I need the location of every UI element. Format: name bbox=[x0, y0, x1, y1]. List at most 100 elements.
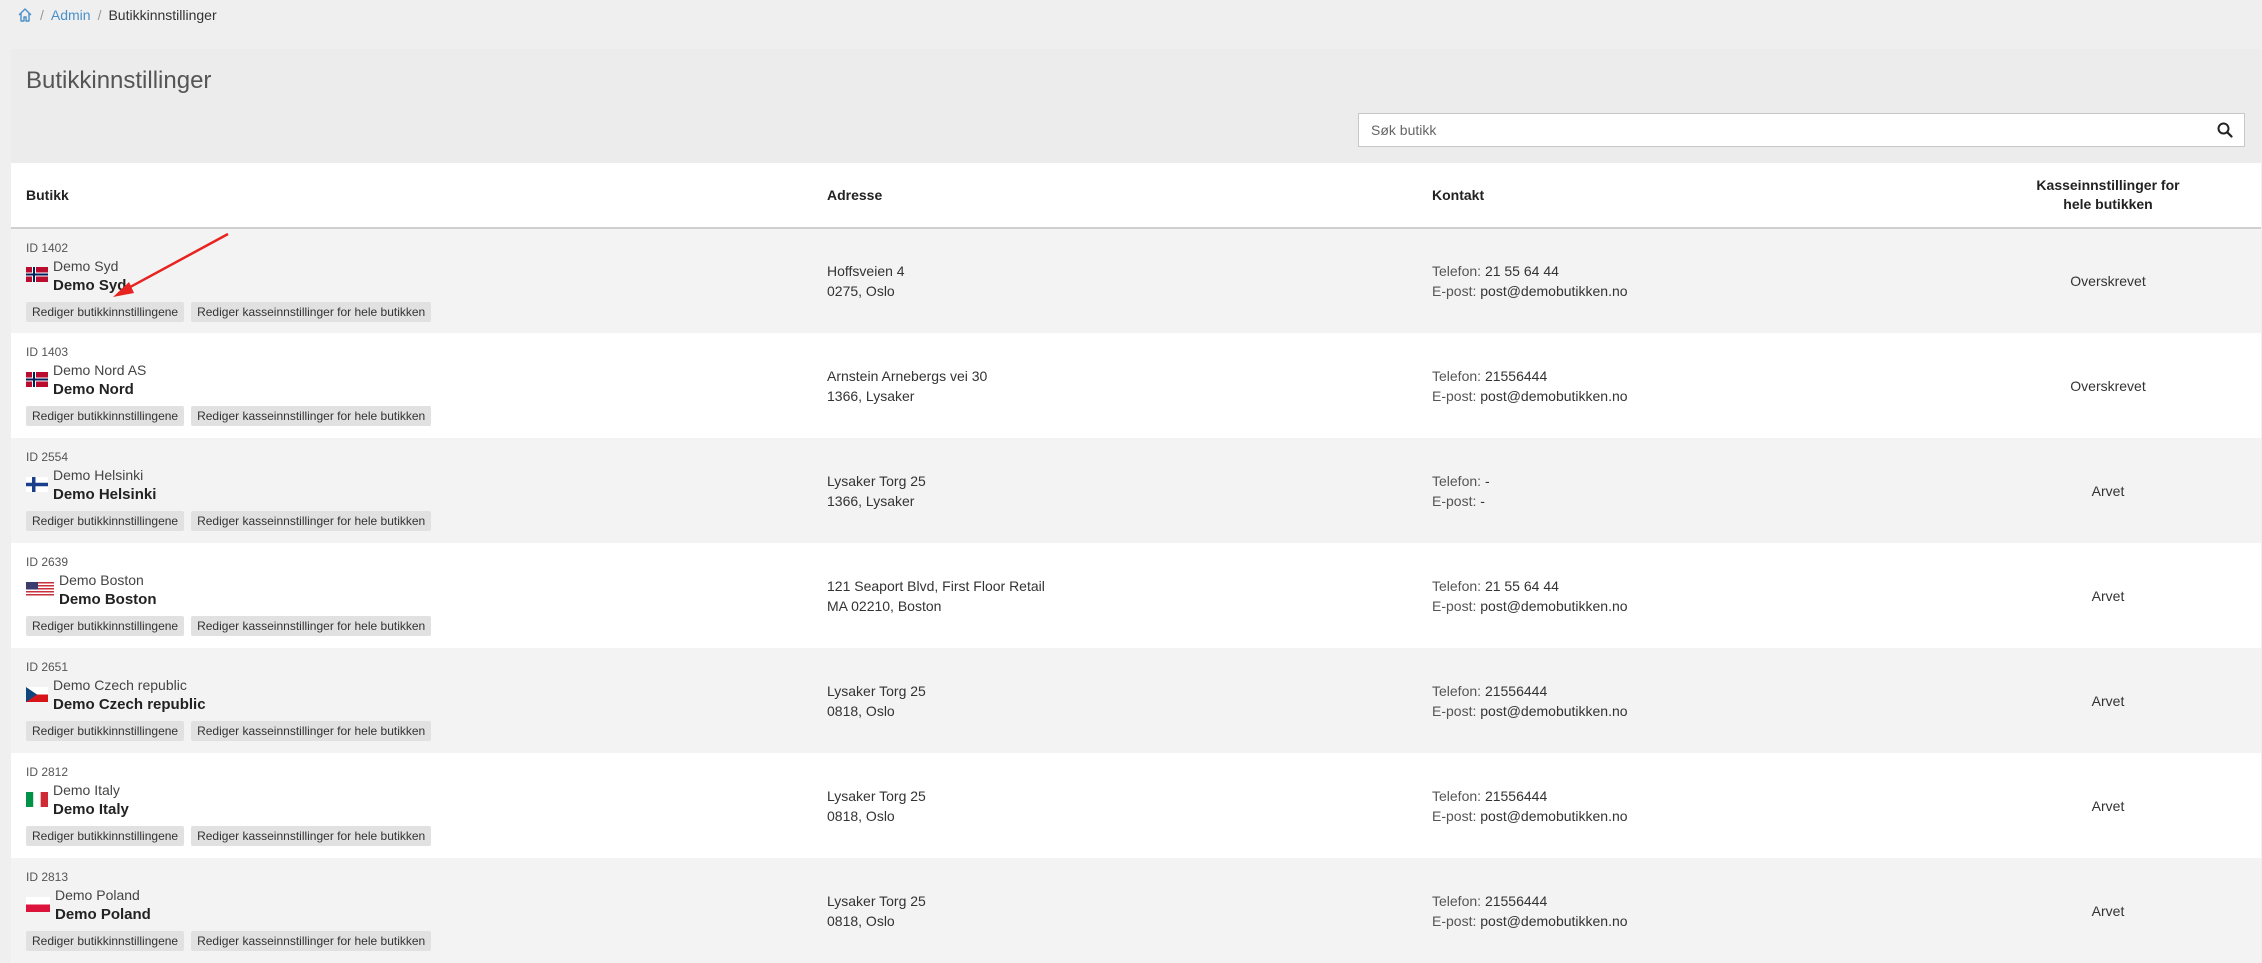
flag-finland-icon bbox=[26, 476, 48, 495]
column-header-address: Adresse bbox=[827, 163, 1432, 229]
address-cell: 121 Seaport Blvd, First Floor Retail MA 0… bbox=[827, 543, 1432, 648]
phone-label: Telefon: bbox=[1432, 367, 1482, 384]
store-table: Butikk Adresse Kontakt Kasseinnstillinge… bbox=[11, 163, 2261, 963]
store-settings-panel: Butikkinnstillinger Butikk Adresse Konta… bbox=[11, 49, 2261, 963]
store-name-line: Demo Poland Demo Poland bbox=[26, 886, 827, 925]
address-cell: Hoffsveien 4 0275, Oslo bbox=[827, 228, 1432, 333]
search-input[interactable] bbox=[1359, 114, 2206, 146]
breadcrumb-separator: / bbox=[97, 7, 102, 23]
address-city: 1366, Lysaker bbox=[827, 492, 915, 509]
contact-phone: Telefon: 21 55 64 44 bbox=[1432, 261, 1955, 281]
edit-store-settings-button[interactable]: Rediger butikkinnstillingene bbox=[26, 301, 185, 322]
contact-email: E-post: post@demobutikken.no bbox=[1432, 281, 1955, 301]
store-cell: ID 2651 Demo Czech republic Demo Czech rep… bbox=[11, 648, 827, 753]
edit-store-settings-button[interactable]: Rediger butikkinnstillingene bbox=[26, 931, 185, 951]
address-street: Arnstein Arnebergs vei 30 bbox=[827, 367, 988, 384]
store-actions: Rediger butikkinnstillingene Rediger kass… bbox=[26, 721, 827, 741]
pos-settings-status: Arvet bbox=[2091, 902, 2125, 919]
store-name-line: Demo Czech republic Demo Czech republic bbox=[26, 676, 827, 715]
address-street: Lysaker Torg 25 bbox=[827, 787, 926, 804]
edit-pos-settings-button[interactable]: Rediger kasseinnstillinger for hele buti… bbox=[191, 511, 432, 531]
table-row: ID 2554 Demo Helsinki Demo Helsinki Rediger… bbox=[11, 438, 2261, 543]
address-city: MA 02210, Boston bbox=[827, 597, 942, 614]
breadcrumb: / Admin / Butikkinnstillinger bbox=[17, 0, 217, 30]
pos-settings-status: Overskrevet bbox=[2070, 377, 2146, 394]
address-city: 1366, Lysaker bbox=[827, 387, 915, 404]
store-name-line: Demo Helsinki Demo Helsinki bbox=[26, 466, 827, 505]
store-actions: Rediger butikkinnstillingene Rediger kass… bbox=[26, 406, 827, 426]
pos-settings-status: Arvet bbox=[2091, 482, 2125, 499]
store-display-name: Demo Poland bbox=[55, 906, 151, 923]
pos-settings-status: Overskrevet bbox=[2070, 273, 2146, 289]
flag-norway-icon bbox=[26, 267, 48, 285]
panel-header: Butikkinnstillinger bbox=[11, 49, 2261, 163]
edit-pos-settings-button[interactable]: Rediger kasseinnstillinger for hele buti… bbox=[191, 616, 432, 636]
store-search bbox=[1358, 113, 2245, 147]
edit-store-settings-button[interactable]: Rediger butikkinnstillingene bbox=[26, 616, 185, 636]
contact-email: E-post: post@demobutikken.no bbox=[1432, 806, 1955, 826]
contact-email: E-post: post@demobutikken.no bbox=[1432, 596, 1955, 616]
email-value: post@demobutikken.no bbox=[1480, 807, 1628, 824]
edit-store-settings-button[interactable]: Rediger butikkinnstillingene bbox=[26, 826, 185, 846]
table-row: ID 1403 Demo Nord AS Demo Nord Rediger buti… bbox=[11, 333, 2261, 438]
store-id: ID 2812 bbox=[26, 765, 69, 779]
store-name-line: Demo Nord AS Demo Nord bbox=[26, 361, 827, 400]
store-legal-name: Demo Italy bbox=[53, 782, 120, 798]
table-header-row: Butikk Adresse Kontakt Kasseinnstillinge… bbox=[11, 163, 2261, 229]
flag-italy-icon bbox=[26, 791, 48, 810]
store-cell: ID 2554 Demo Helsinki Demo Helsinki Rediger… bbox=[11, 438, 827, 543]
edit-pos-settings-button[interactable]: Rediger kasseinnstillinger for hele buti… bbox=[191, 406, 432, 426]
store-display-name: Demo Czech republic bbox=[53, 696, 206, 713]
address-city: 0818, Oslo bbox=[827, 807, 895, 824]
contact-cell: Telefon: 21556444 E-post: post@demobutikk… bbox=[1432, 648, 1955, 753]
store-id: ID 1402 bbox=[26, 240, 69, 255]
email-label: E-post: bbox=[1432, 912, 1477, 929]
column-header-store: Butikk bbox=[11, 163, 827, 229]
phone-label: Telefon: bbox=[1432, 472, 1482, 489]
phone-value: - bbox=[1484, 472, 1490, 489]
email-label: E-post: bbox=[1432, 283, 1477, 299]
email-value: post@demobutikken.no bbox=[1480, 702, 1628, 719]
table-row: ID 2812 Demo Italy Demo Italy Rediger butik… bbox=[11, 753, 2261, 858]
edit-store-settings-button[interactable]: Rediger butikkinnstillingene bbox=[26, 721, 185, 741]
phone-label: Telefon: bbox=[1432, 682, 1482, 699]
edit-pos-settings-button[interactable]: Rediger kasseinnstillinger for hele buti… bbox=[191, 721, 432, 741]
flag-norway-icon bbox=[26, 371, 48, 390]
phone-value: 21 55 64 44 bbox=[1484, 577, 1559, 594]
contact-cell: Telefon: 21 55 64 44 E-post: post@demobut… bbox=[1432, 228, 1955, 333]
email-label: E-post: bbox=[1432, 807, 1477, 824]
contact-cell: Telefon: 21556444 E-post: post@demobutikk… bbox=[1432, 858, 1955, 963]
store-id: ID 1403 bbox=[26, 345, 69, 359]
edit-pos-settings-button[interactable]: Rediger kasseinnstillinger for hele buti… bbox=[191, 931, 432, 951]
email-value: post@demobutikken.no bbox=[1480, 597, 1628, 614]
store-actions: Rediger butikkinnstillingene Rediger kass… bbox=[26, 511, 827, 531]
contact-cell: Telefon: 21 55 64 44 E-post: post@demobut… bbox=[1432, 543, 1955, 648]
home-icon[interactable] bbox=[17, 7, 33, 23]
email-value: post@demobutikken.no bbox=[1480, 283, 1628, 299]
address-cell: Lysaker Torg 25 0818, Oslo bbox=[827, 753, 1432, 858]
phone-label: Telefon: bbox=[1432, 892, 1482, 909]
phone-value: 21556444 bbox=[1484, 682, 1548, 699]
table-row: ID 2813 Demo Poland Demo Poland Rediger but… bbox=[11, 858, 2261, 963]
address-city: 0818, Oslo bbox=[827, 702, 895, 719]
column-header-contact: Kontakt bbox=[1432, 163, 1955, 229]
address-city: 0275, Oslo bbox=[827, 283, 895, 299]
breadcrumb-admin-link[interactable]: Admin bbox=[51, 7, 91, 23]
store-legal-name: Demo Syd bbox=[53, 257, 119, 274]
edit-store-settings-button[interactable]: Rediger butikkinnstillingene bbox=[26, 511, 185, 531]
edit-pos-settings-button[interactable]: Rediger kasseinnstillinger for hele buti… bbox=[191, 301, 432, 322]
flag-poland-icon bbox=[26, 896, 50, 915]
store-display-name: Demo Helsinki bbox=[53, 486, 157, 503]
store-names: Demo Syd Demo Syd bbox=[53, 257, 126, 296]
page-title: Butikkinnstillinger bbox=[26, 67, 212, 94]
email-label: E-post: bbox=[1432, 597, 1477, 614]
search-icon[interactable] bbox=[2206, 114, 2244, 146]
column-header-pos-settings-label: Kasseinnstillinger for hele butikken bbox=[2036, 177, 2180, 212]
edit-store-settings-button[interactable]: Rediger butikkinnstillingene bbox=[26, 406, 185, 426]
phone-label: Telefon: bbox=[1432, 787, 1482, 804]
edit-pos-settings-button[interactable]: Rediger kasseinnstillinger for hele buti… bbox=[191, 826, 432, 846]
email-label: E-post: bbox=[1432, 492, 1477, 509]
store-legal-name: Demo Poland bbox=[55, 887, 140, 903]
address-cell: Lysaker Torg 25 0818, Oslo bbox=[827, 648, 1432, 753]
phone-value: 21556444 bbox=[1484, 892, 1548, 909]
